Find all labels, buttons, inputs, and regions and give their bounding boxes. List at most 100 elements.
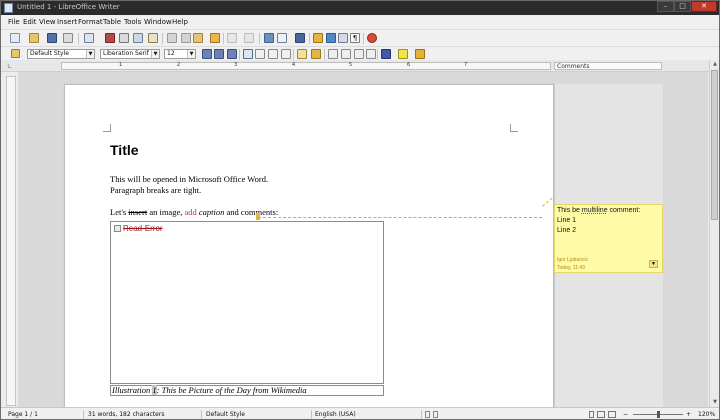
table-icon[interactable] [277,33,287,43]
menu-window[interactable]: Window [144,18,172,26]
zoom-level[interactable]: 120% [698,411,715,418]
spellcheck-icon[interactable] [148,33,158,43]
justify-icon[interactable] [281,49,291,59]
font-name-select[interactable]: Liberation Serif ▼ [100,49,160,59]
scroll-up-icon[interactable]: ▲ [710,60,719,69]
highlighting-icon[interactable] [398,49,408,59]
align-center-icon[interactable] [255,49,265,59]
menu-help[interactable]: Help [172,18,188,26]
print-preview-icon[interactable] [133,33,143,43]
underline-icon[interactable] [227,49,237,59]
copy-icon[interactable] [181,33,191,43]
scroll-down-icon[interactable]: ▼ [710,398,719,407]
numbering-icon[interactable] [328,49,338,59]
help-icon[interactable] [367,33,377,43]
broken-image-icon [114,225,121,232]
show-draw-functions-icon[interactable] [295,33,305,43]
text-run: and comments: [224,207,279,217]
formatting-marks-icon[interactable]: ¶ [350,33,360,43]
ruler-number: 3 [234,62,238,68]
selection-mode-icon[interactable] [433,411,438,418]
image-read-error: Read-Error [123,224,163,233]
single-page-view-icon[interactable] [589,411,594,418]
menu-format[interactable]: Format [78,18,103,26]
align-left-icon[interactable] [243,49,253,59]
text-language[interactable]: English (USA) [315,411,356,418]
redo-icon[interactable] [244,33,254,43]
multi-page-view-icon[interactable] [597,411,605,418]
text-run: Let's [110,207,129,217]
line-spacing-icon[interactable] [297,49,307,59]
text-run: an image, [147,207,185,217]
zoom-slider-thumb[interactable] [657,411,660,418]
new-icon[interactable] [10,33,20,43]
gallery-icon[interactable] [326,33,336,43]
minimize-button[interactable]: – [657,1,674,12]
window-title: Untitled 1 - LibreOffice Writer [17,3,120,11]
tab-type-icon[interactable]: ∟ [7,63,12,70]
export-pdf-icon[interactable] [105,33,115,43]
comment-box[interactable]: This be multiline comment: Line 1 Line 2… [554,204,663,273]
menu-table[interactable]: Table [103,18,121,26]
page-count[interactable]: Page 1 / 1 [8,411,38,418]
maximize-button[interactable]: □ [674,1,691,12]
ruler-row: ∟ 1 2 3 4 5 6 7 Comments [1,60,719,72]
decrease-indent-icon[interactable] [354,49,364,59]
hyperlink-icon[interactable] [264,33,274,43]
email-icon[interactable] [63,33,73,43]
navigator-icon[interactable] [313,33,323,43]
scrollbar-thumb[interactable] [711,70,718,220]
italic-icon[interactable] [214,49,224,59]
edit-file-icon[interactable] [84,33,94,43]
data-sources-icon[interactable] [338,33,348,43]
vertical-scrollbar[interactable]: ▲ ▼ [709,60,719,407]
page-style[interactable]: Default Style [206,411,245,418]
menu-tools[interactable]: Tools [124,18,141,26]
chevron-down-icon: ▼ [151,50,159,58]
menu-file[interactable]: File [8,18,20,26]
book-view-icon[interactable] [608,411,616,418]
background-color-icon[interactable] [415,49,425,59]
menu-edit[interactable]: Edit [23,18,37,26]
paragraph-style-select[interactable]: Default Style ▼ [27,49,95,59]
font-color-icon[interactable] [381,49,391,59]
bullets-icon[interactable] [341,49,351,59]
chevron-down-icon: ▼ [86,50,94,58]
image-frame[interactable]: Read-Error [110,221,384,384]
ruler-number: 6 [407,62,411,68]
insert-mode-icon[interactable] [425,411,430,418]
horizontal-ruler[interactable]: 1 2 3 4 5 6 7 [61,62,551,70]
save-icon[interactable] [47,33,57,43]
increase-indent-icon[interactable] [366,49,376,59]
caption-label: Illustration [112,385,153,395]
standard-toolbar: ¶ [1,29,719,46]
vertical-ruler[interactable] [6,76,16,406]
title-bar: Untitled 1 - LibreOffice Writer – □ ✕ [1,1,719,15]
styles-icon[interactable] [11,49,20,58]
menu-insert[interactable]: Insert [57,18,77,26]
ruler-number: 5 [349,62,353,68]
paste-icon[interactable] [193,33,203,43]
cut-icon[interactable] [167,33,177,43]
word-count[interactable]: 31 words, 182 characters [88,411,164,418]
comment-menu-button[interactable]: ▼ [649,260,658,268]
paragraph-2: Paragraph breaks are tight. [110,185,202,195]
image-caption[interactable]: Illustration 1: This be Picture of the D… [110,385,384,396]
document-title: Title [110,142,139,158]
close-button[interactable]: ✕ [691,1,717,12]
align-right-icon[interactable] [268,49,278,59]
text-direction-icon[interactable] [311,49,321,59]
undo-icon[interactable] [227,33,237,43]
font-size-select[interactable]: 12 ▼ [164,49,196,59]
ruler-number: 2 [177,62,181,68]
document-page[interactable]: Title This will be opened in Microsoft O… [64,84,554,407]
zoom-in-icon[interactable]: + [686,411,691,418]
zoom-out-icon[interactable]: − [623,411,628,418]
bold-icon[interactable] [202,49,212,59]
text-boundary-corner [510,124,518,132]
print-icon[interactable] [119,33,129,43]
menu-view[interactable]: View [39,18,56,26]
comment-time: Today, 11:43 [557,265,585,271]
open-icon[interactable] [29,33,39,43]
clone-formatting-icon[interactable] [210,33,220,43]
